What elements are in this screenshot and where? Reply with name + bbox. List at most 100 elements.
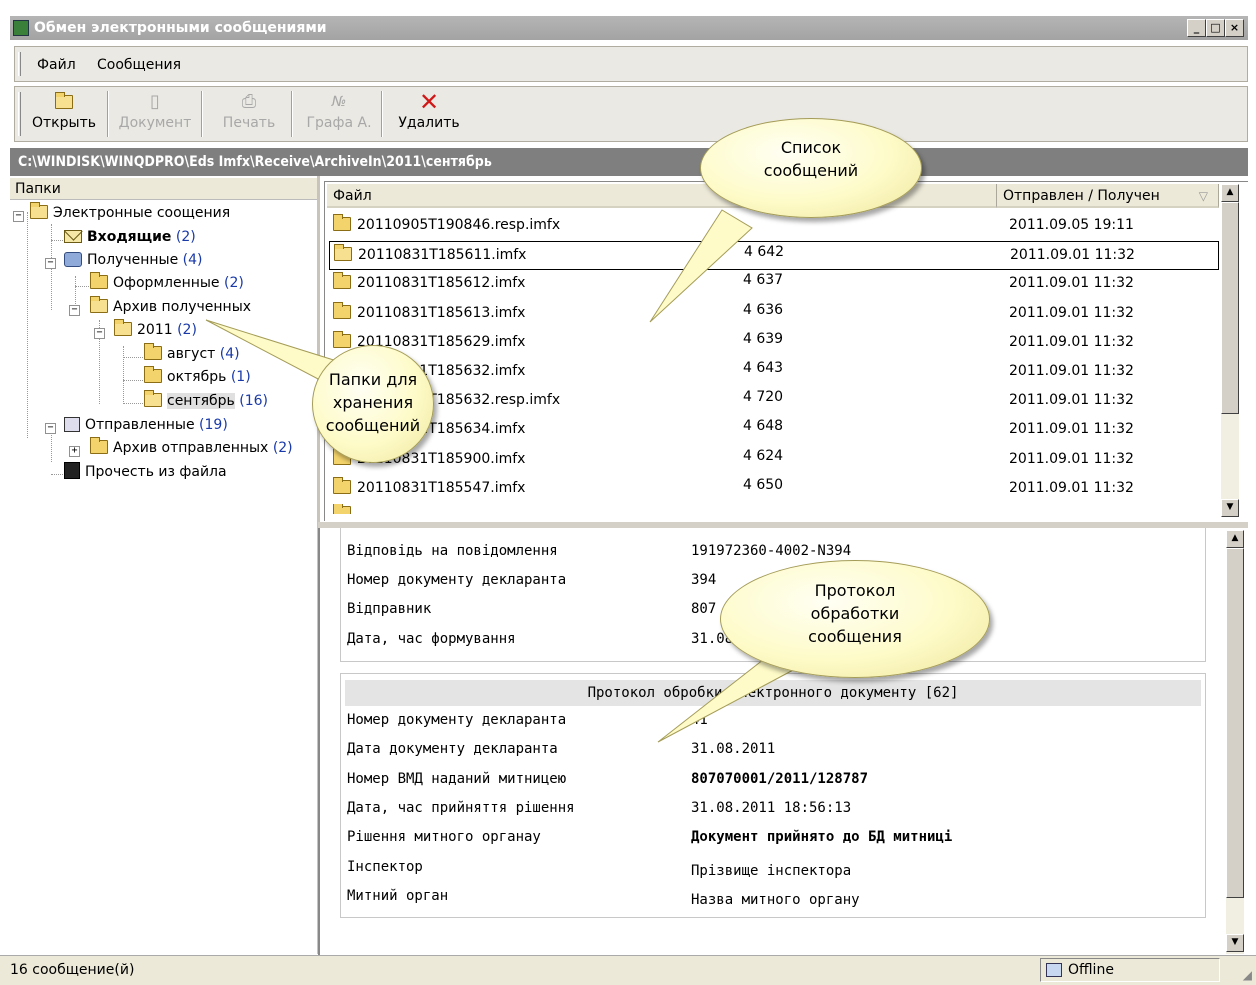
tree-archive-received[interactable]: Архив полученных (90, 296, 251, 318)
folder-icon (333, 214, 351, 231)
protocol-title: Протокол обробки електронного документу … (345, 680, 1201, 706)
scroll-thumb[interactable] (1226, 548, 1244, 898)
toolbar: Открыть ▯ Документ ⎙ Печать № Графа А. ✕… (14, 86, 1248, 142)
tree-august[interactable]: август (4) (144, 343, 240, 365)
collapse-root-toggle[interactable]: − (13, 211, 24, 222)
file-cell: 20110831T185612.imfx (333, 272, 525, 291)
protocol-scrollbar[interactable]: ▲ ▼ (1226, 530, 1244, 954)
close-button[interactable]: × (1225, 19, 1244, 37)
list-item[interactable]: 20110831T185612.imfx 4 637 2011.09.01 11:3… (329, 270, 1219, 299)
delete-x-icon: ✕ (418, 88, 440, 116)
envelope-icon (64, 230, 82, 243)
tree-september[interactable]: сентябрь (16) (144, 390, 268, 412)
tree-received[interactable]: Полученные (4) (64, 249, 202, 271)
sort-arrow-icon: ▽ (1198, 189, 1208, 203)
tree-processed[interactable]: Оформленные (2) (90, 272, 244, 294)
scroll-up-arrow-icon[interactable]: ▲ (1221, 184, 1239, 202)
number-sign-icon: № (331, 94, 347, 110)
toolbar-grip (18, 92, 21, 136)
document-label: Документ (118, 115, 192, 131)
folder-icon (333, 476, 351, 494)
protocol-label: Рішення митного органау (347, 829, 541, 846)
folder-tree: − Электронные соощения Входящие (2) − По… (10, 202, 317, 952)
date-cell: 2011.09.01 11:32 (1009, 421, 1134, 438)
folder-open-icon (144, 390, 162, 407)
tree-inbox[interactable]: Входящие (2) (64, 226, 196, 248)
size-cell: 4 637 (743, 272, 784, 289)
list-item[interactable]: 20110831T185632.resp.imfx 4 720 2011.09.01… (329, 387, 1219, 416)
resize-grip-icon[interactable]: ◢ (1243, 968, 1252, 982)
folder-icon (333, 330, 351, 348)
collapse-archive-toggle[interactable]: − (69, 305, 80, 316)
protocol-label: Митний орган (347, 887, 449, 904)
delete-label: Удалить (398, 115, 460, 131)
list-item[interactable]: 20110831T185613.imfx 4 636 2011.09.01 11:3… (329, 300, 1219, 329)
protocol-value: 41 (691, 712, 708, 728)
tree-sent[interactable]: Отправленные (19) (64, 414, 228, 436)
menu-messages[interactable]: Сообщения (97, 57, 181, 73)
toolbar-separator (107, 91, 109, 137)
minimize-button[interactable]: _ (1187, 19, 1206, 37)
list-item[interactable]: 20110831T185634.imfx 4 648 2011.09.01 11:3… (329, 416, 1219, 445)
open-button[interactable]: Открыть (29, 89, 99, 139)
tree-root[interactable]: Электронные соощения (30, 202, 230, 224)
list-item[interactable]: 20110831T185547.imfx 4 650 2011.09.01 11:3… (329, 475, 1219, 504)
grafa-button[interactable]: № Графа А. (299, 89, 379, 139)
toolbar-separator (291, 91, 293, 137)
list-item[interactable]: 20110831T185900.imfx 4 624 2011.09.01 11:3… (329, 446, 1219, 475)
status-mode: Offline (1068, 962, 1114, 978)
info-label: Відповідь на повідомлення (347, 543, 558, 559)
network-icon (1046, 963, 1062, 977)
list-scrollbar[interactable]: ▲ ▼ (1221, 184, 1239, 517)
date-cell: 2011.09.01 11:32 (1009, 275, 1134, 292)
delete-button[interactable]: ✕ Удалить (389, 89, 469, 139)
size-cell: 4 642 (744, 244, 785, 261)
callout-protocol: Протокол обработки сообщения (720, 560, 990, 678)
list-item[interactable]: 20110831T185611.imfx 4 642 2011.09.01 11:3… (329, 241, 1219, 271)
folder-icon (144, 343, 162, 360)
maximize-button[interactable]: □ (1206, 19, 1225, 37)
date-cell: 2011.09.05 19:11 (1009, 217, 1134, 233)
list-item[interactable]: 20110831T185632.imfx 4 643 2011.09.01 11:3… (329, 358, 1219, 387)
tree-year-2011[interactable]: 2011 (2) (114, 319, 197, 341)
callout-message-list: Список сообщений (700, 118, 922, 218)
size-cell: 4 636 (743, 301, 784, 318)
tree-october[interactable]: октябрь (1) (144, 366, 251, 388)
date-cell: 2011.09.01 11:32 (1009, 450, 1134, 467)
folder-open-icon (90, 296, 108, 313)
size-cell: 4 720 (743, 389, 784, 406)
window-title: Обмен электронными сообщениями (34, 20, 327, 36)
info-label: Дата, час формування (347, 631, 516, 647)
list-item[interactable]: 20110831T185629.imfx 4 639 2011.09.01 11:3… (329, 329, 1219, 358)
list-item[interactable]: 20110905T190846.resp.imfx 2011.09.05 19:1… (329, 212, 1219, 241)
date-cell: 2011.09.01 11:32 (1009, 479, 1134, 496)
collapse-received-toggle[interactable]: − (45, 258, 56, 269)
sent-icon (64, 417, 80, 432)
folder-pane-header: Папки (10, 178, 317, 200)
folder-icon (144, 366, 162, 383)
size-cell: 4 648 (743, 418, 784, 435)
printer-icon: ⎙ (241, 91, 257, 112)
tree-read-from-file[interactable]: Прочесть из файла (64, 461, 227, 483)
column-header-date[interactable]: Отправлен / Получен ▽ (997, 184, 1219, 208)
scroll-down-arrow-icon[interactable]: ▼ (1226, 934, 1244, 952)
protocol-value: 31.08.2011 18:56:13 (691, 799, 852, 816)
collapse-sent-toggle[interactable]: − (45, 423, 56, 434)
list-item[interactable] (329, 504, 1219, 514)
received-icon (64, 252, 82, 267)
protocol-value: Документ прийнято до БД митниці (691, 829, 953, 846)
document-button[interactable]: ▯ Документ (115, 89, 195, 139)
print-button[interactable]: ⎙ Печать (209, 89, 289, 139)
size-cell: 4 650 (743, 476, 784, 493)
scroll-thumb[interactable] (1221, 202, 1239, 414)
scroll-down-arrow-icon[interactable]: ▼ (1221, 499, 1239, 517)
menu-file[interactable]: Файл (37, 57, 76, 73)
protocol-value: Прізвище інспектора (691, 862, 852, 879)
collapse-year-toggle[interactable]: − (94, 328, 105, 339)
expand-archive-sent-toggle[interactable]: + (69, 446, 80, 457)
scroll-up-arrow-icon[interactable]: ▲ (1226, 530, 1244, 548)
file-cell: 20110831T185547.imfx (333, 476, 525, 496)
status-mode-panel: Offline (1040, 958, 1220, 982)
toolbar-separator (381, 91, 383, 137)
tree-archive-sent[interactable]: Архив отправленных (2) (90, 437, 293, 459)
